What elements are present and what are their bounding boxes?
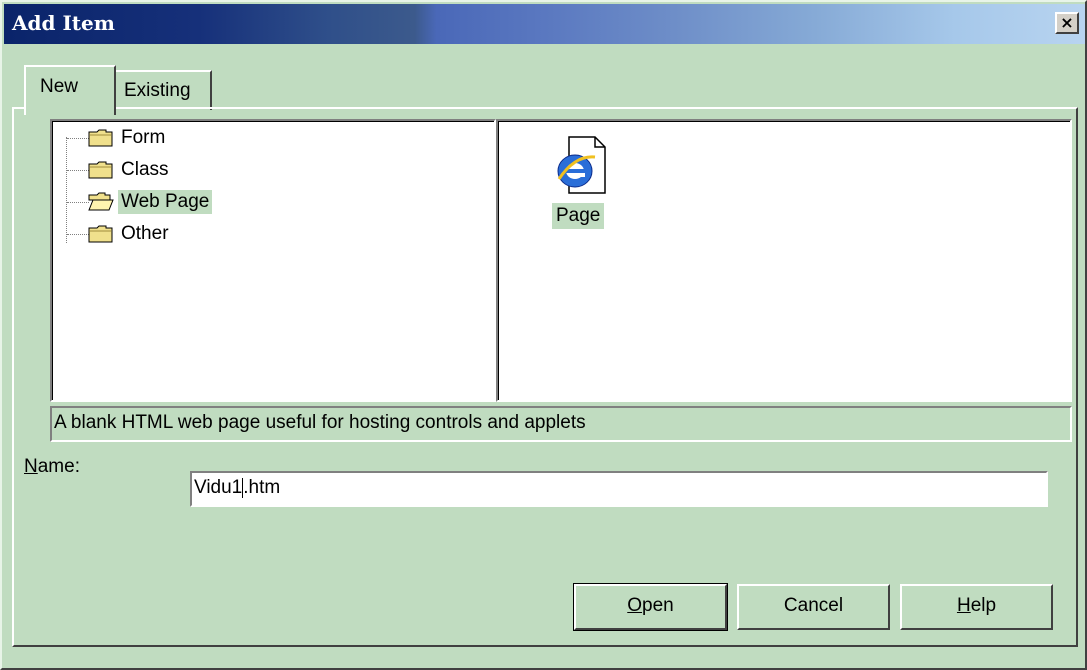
add-item-dialog: Add Item × New Existing Form Class Web P… bbox=[0, 0, 1087, 670]
tree-item-label: Web Page bbox=[118, 190, 213, 214]
template-list[interactable]: Page bbox=[496, 119, 1072, 402]
tree-item-label: Class bbox=[121, 159, 169, 180]
tree-item-form[interactable]: Form bbox=[62, 126, 362, 150]
description-box: A blank HTML web page useful for hosting… bbox=[50, 406, 1072, 442]
folder-open-icon bbox=[88, 192, 114, 211]
tree-item-other[interactable]: Other bbox=[62, 222, 362, 246]
tree-item-web-page[interactable]: Web Page bbox=[62, 190, 362, 214]
template-label: Page bbox=[552, 203, 605, 229]
tab-existing[interactable]: Existing bbox=[116, 70, 212, 110]
tree-item-class[interactable]: Class bbox=[62, 158, 362, 182]
dialog-title: Add Item bbox=[12, 11, 115, 35]
tab-panel: Form Class Web Page Other Page A blank H… bbox=[12, 107, 1078, 647]
tree-item-label: Other bbox=[121, 223, 169, 244]
category-tree[interactable]: Form Class Web Page Other bbox=[50, 119, 496, 402]
description-text: A blank HTML web page useful for hosting… bbox=[54, 412, 586, 433]
tree-item-label: Form bbox=[121, 127, 166, 148]
tab-new-label: New bbox=[40, 76, 79, 97]
folder-icon bbox=[88, 129, 113, 147]
title-bar[interactable]: Add Item × bbox=[4, 4, 1085, 44]
ie-page-icon bbox=[557, 136, 606, 194]
tab-existing-label: Existing bbox=[124, 80, 191, 101]
folder-icon bbox=[88, 225, 113, 243]
close-icon: × bbox=[1060, 13, 1074, 32]
folder-icon bbox=[88, 161, 113, 179]
tab-new[interactable]: New bbox=[24, 65, 116, 115]
close-button[interactable]: × bbox=[1055, 12, 1079, 34]
